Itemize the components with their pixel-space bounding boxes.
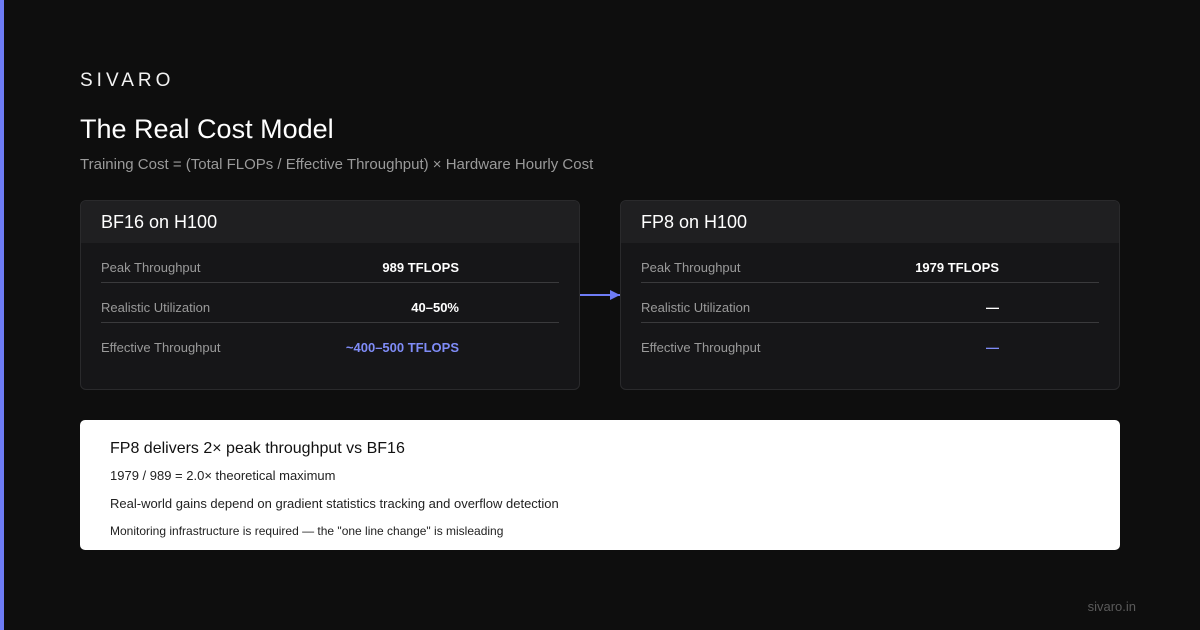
fp8-card-rows: Peak Throughput 1979 TFLOPS Realistic Ut… xyxy=(621,243,1119,363)
row-label: Peak Throughput xyxy=(101,260,201,275)
fp8-card: FP8 on H100 Peak Throughput 1979 TFLOPS … xyxy=(620,200,1120,390)
row-label: Realistic Utilization xyxy=(101,300,211,315)
row-value: — xyxy=(986,300,999,315)
accent-bar xyxy=(0,0,4,630)
arrow-right-icon xyxy=(610,290,620,300)
bf16-row-peak: Peak Throughput 989 TFLOPS xyxy=(101,243,559,283)
row-label: Effective Throughput xyxy=(101,340,221,355)
row-value: 1979 TFLOPS xyxy=(915,260,999,275)
row-value: 40–50% xyxy=(411,300,459,315)
row-value: — xyxy=(986,340,999,355)
summary-note: FP8 delivers 2× peak throughput vs BF16 … xyxy=(80,420,1120,550)
page-subtitle: Training Cost = (Total FLOPs / Effective… xyxy=(80,156,594,173)
fp8-card-header: FP8 on H100 xyxy=(621,201,1119,243)
note-line: 1979 / 989 = 2.0× theoretical maximum xyxy=(110,468,336,483)
note-title: FP8 delivers 2× peak throughput vs BF16 xyxy=(110,440,405,457)
page-title: The Real Cost Model xyxy=(80,114,334,144)
fp8-row-effective: Effective Throughput — xyxy=(641,323,1099,363)
bf16-card-rows: Peak Throughput 989 TFLOPS Realistic Uti… xyxy=(81,243,579,363)
fp8-row-utilization: Realistic Utilization — xyxy=(641,283,1099,323)
bf16-row-utilization: Realistic Utilization 40–50% xyxy=(101,283,559,323)
row-label: Peak Throughput xyxy=(641,260,741,275)
bf16-row-effective: Effective Throughput ~400–500 TFLOPS xyxy=(101,323,559,363)
fp8-row-peak: Peak Throughput 1979 TFLOPS xyxy=(641,243,1099,283)
brand-logo: SIVARO xyxy=(80,70,175,91)
row-label: Realistic Utilization xyxy=(641,300,751,315)
bf16-card: BF16 on H100 Peak Throughput 989 TFLOPS … xyxy=(80,200,580,390)
footer-url: sivaro.in xyxy=(1087,599,1136,614)
note-line: Real-world gains depend on gradient stat… xyxy=(110,496,559,511)
row-value: ~400–500 TFLOPS xyxy=(345,340,459,355)
note-line: Monitoring infrastructure is required — … xyxy=(110,524,504,538)
row-label: Effective Throughput xyxy=(641,340,761,355)
bf16-card-header: BF16 on H100 xyxy=(81,201,579,243)
row-value: 989 TFLOPS xyxy=(382,260,459,275)
